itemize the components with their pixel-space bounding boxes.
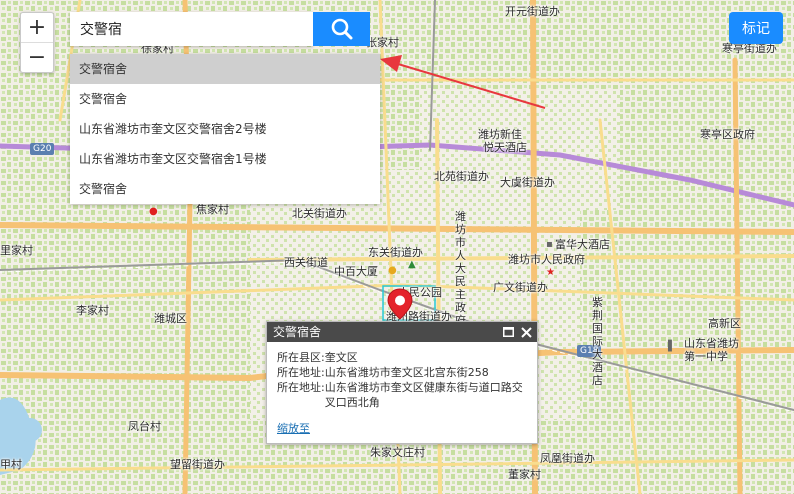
poi-dot-icon: ● (149, 206, 158, 217)
location-pin-icon[interactable] (387, 288, 413, 324)
hotel-icon: ▪ (546, 239, 553, 250)
suggestion-item[interactable]: 交警宿舍 (70, 54, 380, 84)
map-label: 中百大厦 (334, 265, 378, 278)
suggestion-item[interactable]: 山东省潍坊市奎文区交警宿舍1号楼 (70, 144, 380, 174)
map-label: 凤凰街道办 (540, 452, 595, 465)
map-label: 高新区 (708, 317, 741, 330)
info-popup: 交警宿舍 所在县区: 奎文区 所在地址: 山东省潍坊市奎文区北宫东街258 所在地址… (266, 321, 538, 444)
county-value: 奎文区 (324, 351, 358, 364)
map-label: 潍坊新佳 (478, 128, 522, 141)
address-value: 山东省潍坊市奎文区北宫东街258 (324, 366, 489, 379)
zoom-out-button[interactable]: − (21, 42, 53, 72)
map-label: 焦家村 (196, 203, 229, 216)
map-label: 潍坊市人民政府 (508, 253, 585, 266)
map-label: 大虞街道办 (500, 176, 555, 189)
road-shield-g20: G20 (30, 143, 55, 155)
school-icon: ▌ (668, 341, 676, 352)
address-label: 所在地址: (277, 366, 325, 379)
map-label: 广文街道办 (493, 281, 548, 294)
map-label: 紫荆国际大酒店 (592, 296, 603, 387)
suggestion-item[interactable]: 交警宿舍 (70, 174, 380, 204)
suggestion-item[interactable]: 交警宿舍 (70, 84, 380, 114)
map-label: 李家村 (76, 304, 109, 317)
map-label: 甲村 (0, 458, 22, 471)
address-value: 山东省潍坊市奎文区健康东街与道口路交叉口西北角 (324, 381, 523, 409)
popup-body: 所在县区: 奎文区 所在地址: 山东省潍坊市奎文区北宫东街258 所在地址: 山东省潍… (267, 342, 537, 436)
close-icon[interactable] (517, 322, 535, 342)
zoom-to-link[interactable]: 缩放至 (277, 421, 310, 436)
tree-icon: ▲ (408, 259, 416, 270)
map-label: 里家村 (0, 244, 33, 257)
map-label: 望留街道办 (170, 458, 225, 471)
map-label: 北关街道办 (292, 207, 347, 220)
popup-title: 交警宿舍 (273, 325, 322, 339)
map-label: 富华大酒店 (555, 238, 610, 251)
map-label: 寒亭区政府 (700, 128, 755, 141)
map-label: 潍城区 (154, 312, 187, 325)
map-label: 董家村 (508, 468, 541, 481)
map-label: 朱家文庄村 (370, 446, 425, 459)
shop-icon: ● (388, 265, 397, 276)
map-label: 东关街道办 (368, 246, 423, 259)
map-label: 凤台村 (128, 420, 161, 433)
map-label: 开元街道办 (505, 5, 560, 18)
address-label: 所在地址: (277, 381, 325, 394)
popup-header: 交警宿舍 (267, 322, 537, 342)
mark-button[interactable]: 标记 (729, 12, 783, 44)
maximize-icon[interactable] (499, 322, 517, 342)
map-label: 潍坊市人大民主政府 (455, 210, 466, 327)
search-button[interactable] (313, 12, 370, 46)
government-star-icon: ★ (546, 267, 555, 278)
zoom-control: + − (20, 12, 54, 73)
county-label: 所在县区: (277, 351, 325, 364)
map-label: 悦天酒店 (483, 141, 527, 154)
search-input[interactable] (70, 12, 313, 46)
map-label: 山东省潍坊第一中学 (684, 337, 739, 363)
map-label: 张家村 (366, 36, 399, 49)
zoom-in-button[interactable]: + (21, 13, 53, 42)
suggestion-item[interactable]: 山东省潍坊市奎文区交警宿舍2号楼 (70, 114, 380, 144)
map-label: 北苑街道办 (434, 170, 489, 183)
search-box (70, 12, 370, 46)
search-icon (331, 18, 352, 40)
suggestion-list: 交警宿舍 交警宿舍 山东省潍坊市奎文区交警宿舍2号楼 山东省潍坊市奎文区交警宿舍… (70, 54, 380, 204)
map-label: 西关街道 (284, 256, 328, 269)
